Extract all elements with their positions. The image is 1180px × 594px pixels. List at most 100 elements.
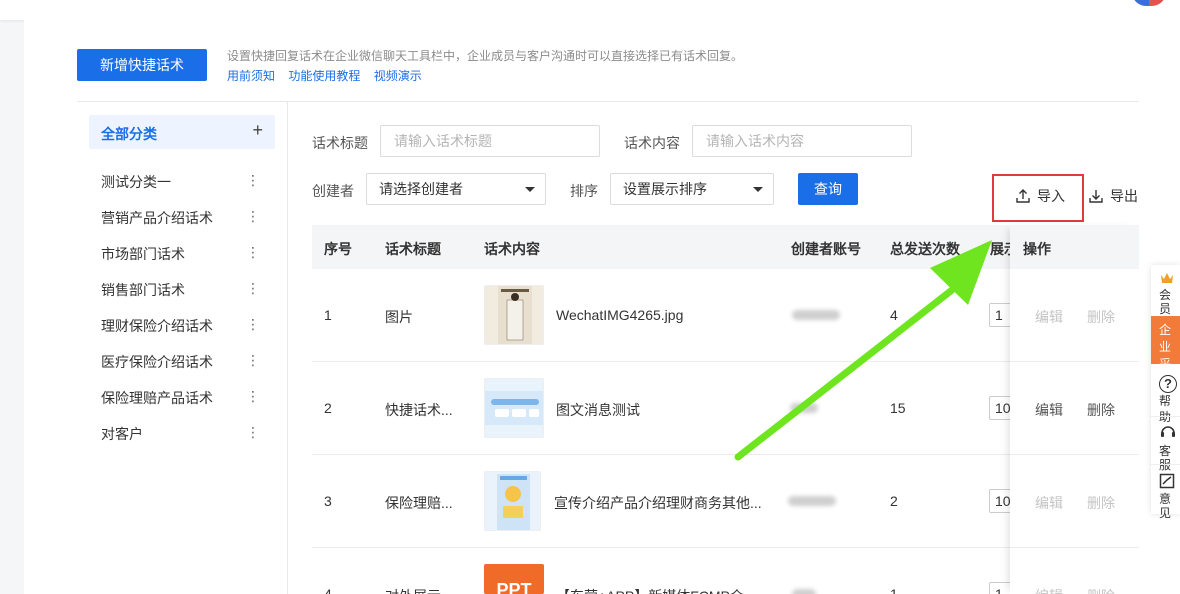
delete-button[interactable]: 删除 (1087, 307, 1115, 327)
category-label: 营销产品介绍话术 (101, 210, 213, 226)
row-index: 4 (324, 586, 332, 594)
top-bar (0, 0, 1180, 20)
category-item[interactable]: 理财保险介绍话术 ⋮ (101, 316, 271, 336)
edit-button[interactable]: 编辑 (1035, 493, 1063, 513)
category-label: 保险理赔产品话术 (101, 390, 213, 406)
more-icon[interactable]: ⋮ (246, 280, 260, 297)
export-button[interactable]: 导出 (1088, 186, 1138, 206)
side-divider (1151, 416, 1180, 417)
export-label: 导出 (1110, 188, 1138, 204)
category-item[interactable]: 市场部门话术 ⋮ (101, 244, 271, 264)
feedback-label: 意见 (1159, 492, 1172, 520)
ppt-thumbnail[interactable]: PPT (484, 564, 544, 594)
category-item[interactable]: 营销产品介绍话术 ⋮ (101, 208, 271, 228)
content-search-input[interactable]: 请输入话术内容 (692, 125, 912, 157)
category-item[interactable]: 保险理赔产品话术 ⋮ (101, 388, 271, 408)
member-entry[interactable]: 会员 (1151, 271, 1180, 316)
crown-icon (1161, 273, 1173, 283)
operations-column: 操作 (1010, 225, 1139, 594)
category-all-label: 全部分类 (101, 126, 157, 142)
feedback-entry[interactable]: 意见 (1151, 473, 1180, 520)
category-label: 市场部门话术 (101, 246, 185, 262)
help-entry[interactable]: ? 帮助 (1151, 375, 1180, 425)
title-filter-label: 话术标题 (312, 135, 368, 151)
edit-button[interactable]: 编辑 (1035, 586, 1063, 594)
delete-button[interactable]: 删除 (1087, 493, 1115, 513)
row-divider (1010, 454, 1139, 455)
download-icon (1089, 190, 1103, 203)
row-divider (1010, 361, 1139, 362)
category-item[interactable]: 测试分类一 ⋮ (101, 172, 271, 192)
row-content: 宣传介绍产品介绍理财商务其他... (554, 495, 762, 511)
col-creator: 创建者账号 (791, 241, 861, 257)
help-links: 用前须知 功能使用教程 视频演示 (227, 67, 432, 84)
import-label: 导入 (1037, 188, 1065, 204)
row-index: 1 (324, 307, 332, 323)
edit-button[interactable]: 编辑 (1035, 400, 1063, 420)
more-icon[interactable]: ⋮ (246, 388, 260, 405)
more-icon[interactable]: ⋮ (246, 244, 260, 261)
category-item[interactable]: 医疗保险介绍话术 ⋮ (101, 352, 271, 372)
col-sends: 总发送次数 (890, 241, 960, 257)
title-search-input[interactable]: 请输入话术标题 (380, 125, 600, 157)
col-operations: 操作 (1023, 241, 1051, 257)
content-thumbnail[interactable] (484, 285, 544, 345)
import-button[interactable]: 导入 (1015, 186, 1065, 206)
col-index: 序号 (324, 241, 352, 257)
row-title: 保险理赔... (385, 495, 453, 511)
add-quick-reply-button[interactable]: 新增快捷话术 (77, 49, 207, 81)
edit-button[interactable]: 编辑 (1035, 307, 1063, 327)
caret-down-icon (525, 187, 535, 192)
tutorial-link[interactable]: 功能使用教程 (288, 69, 360, 83)
category-item[interactable]: 销售部门话术 ⋮ (101, 280, 271, 300)
usage-notes-link[interactable]: 用前须知 (227, 69, 275, 83)
row-sends: 2 (890, 493, 898, 509)
member-label: 会员 (1159, 288, 1172, 316)
category-all[interactable]: 全部分类 + (89, 115, 275, 149)
creator-select[interactable]: 请选择创建者 (366, 173, 546, 205)
delete-button[interactable]: 删除 (1087, 586, 1115, 594)
video-demo-link[interactable]: 视频演示 (374, 69, 422, 83)
content-thumbnail[interactable] (484, 471, 541, 531)
divider-vertical (287, 101, 288, 594)
category-label: 测试分类一 (101, 174, 171, 190)
sort-filter-label: 排序 (570, 183, 598, 199)
category-label: 对客户 (101, 426, 143, 442)
row-title: 快捷话术... (385, 402, 453, 418)
creator-account-blurred (792, 310, 840, 320)
category-label: 医疗保险介绍话术 (101, 354, 213, 370)
col-content: 话术内容 (484, 241, 540, 257)
feedback-icon (1159, 473, 1175, 489)
category-item[interactable]: 对客户 ⋮ (101, 424, 271, 444)
more-icon[interactable]: ⋮ (246, 208, 260, 225)
more-icon[interactable]: ⋮ (246, 316, 260, 333)
creator-select-value: 请选择创建者 (379, 181, 463, 197)
category-label: 销售部门话术 (101, 282, 185, 298)
page-description: 设置快捷回复话术在企业微信聊天工具栏中，企业成员与客户沟通时可以直接选择已有话术… (227, 49, 744, 63)
sort-select-value: 设置展示排序 (623, 181, 707, 197)
row-sends: 1 (890, 586, 898, 594)
category-label: 理财保险介绍话术 (101, 318, 213, 334)
row-content: WechatIMG4265.jpg (556, 307, 684, 323)
side-divider (1151, 464, 1180, 465)
more-icon[interactable]: ⋮ (246, 352, 260, 369)
headset-icon (1161, 426, 1175, 437)
row-sends: 15 (890, 400, 906, 416)
enterprise-purchase-entry[interactable]: 企业采购 (1151, 316, 1180, 388)
query-button[interactable]: 查询 (798, 173, 858, 205)
caret-down-icon (753, 187, 763, 192)
content-thumbnail[interactable] (484, 378, 544, 438)
delete-button[interactable]: 删除 (1087, 400, 1115, 420)
more-icon[interactable]: ⋮ (246, 424, 260, 441)
row-title: 对外展示... (385, 586, 453, 594)
upload-icon (1016, 189, 1030, 203)
plus-icon[interactable]: + (252, 120, 263, 141)
row-title: 图片 (385, 309, 413, 325)
question-icon: ? (1159, 375, 1177, 393)
sort-select[interactable]: 设置展示排序 (610, 173, 774, 205)
more-icon[interactable]: ⋮ (246, 172, 260, 189)
divider-horizontal (77, 101, 1139, 102)
customer-service-label: 客服 (1159, 444, 1172, 472)
creator-filter-label: 创建者 (312, 183, 354, 199)
row-sends: 4 (890, 307, 898, 323)
